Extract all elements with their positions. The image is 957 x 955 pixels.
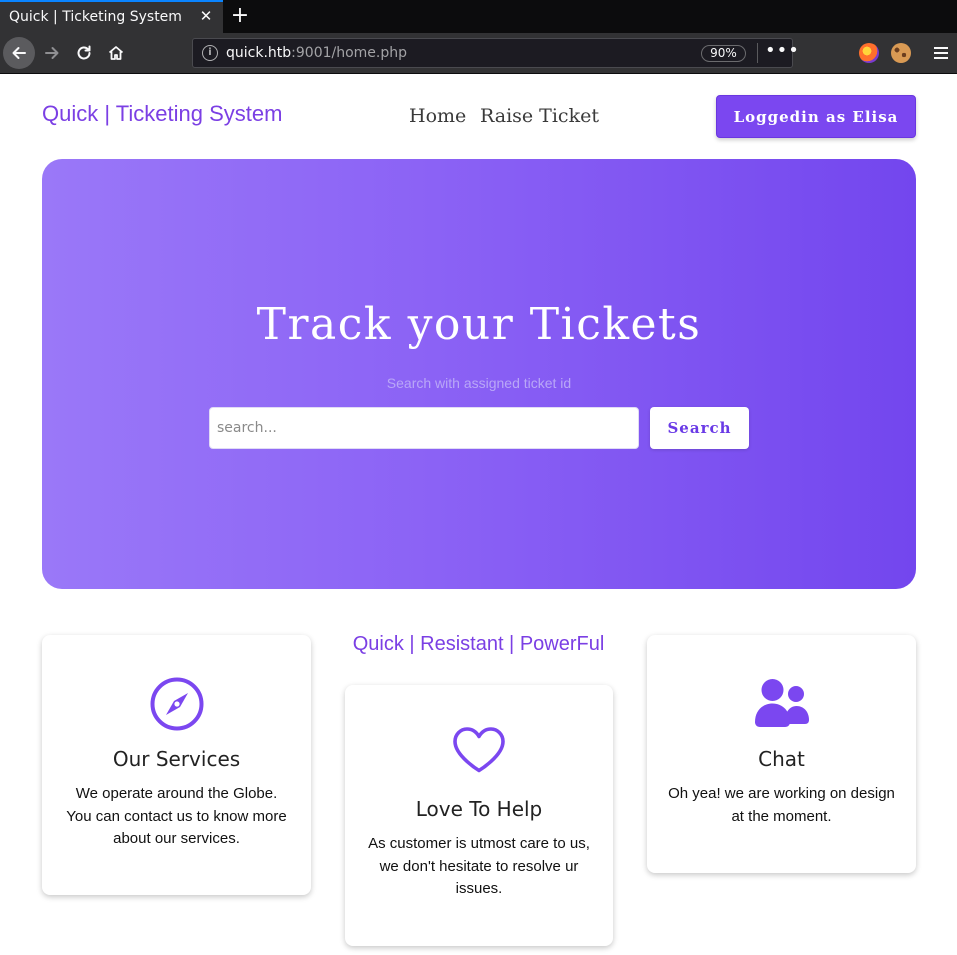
arrow-left-icon (12, 47, 26, 59)
compass-icon (42, 677, 311, 731)
card-text: Oh yea! we are working on design at the … (668, 785, 895, 825)
site-brand[interactable]: Quick | Ticketing System (42, 101, 282, 127)
site-info-icon[interactable]: i (202, 45, 218, 61)
web-page: Quick | Ticketing System Home Raise Tick… (0, 75, 957, 955)
back-button[interactable] (3, 37, 35, 69)
card-love-to-help: Love To Help As customer is utmost care … (345, 685, 613, 946)
ticket-search-input[interactable] (209, 407, 639, 449)
page-actions-icon[interactable]: ••• (765, 40, 799, 64)
forward-button[interactable] (36, 37, 68, 69)
users-icon (647, 678, 916, 728)
card-title: Chat (758, 747, 805, 771)
browser-tab-bar: Quick | Ticketing System ✕ + (0, 0, 957, 33)
logged-in-user-button[interactable]: Loggedin as Elisa (716, 95, 916, 138)
cookie-extension-icon[interactable] (891, 43, 911, 63)
card-title: Love To Help (415, 797, 543, 821)
home-button[interactable] (100, 37, 132, 69)
heart-icon (345, 726, 613, 774)
url-host: quick.htb (226, 45, 292, 61)
browser-tab-active[interactable]: Quick | Ticketing System ✕ (0, 0, 223, 33)
address-bar[interactable]: i quick.htb:9001/home.php 90% ••• (192, 38, 799, 68)
extension-icon[interactable] (859, 43, 879, 63)
nav-link-home[interactable]: Home (409, 105, 466, 127)
url-text[interactable]: quick.htb:9001/home.php (226, 45, 407, 61)
url-separator (757, 43, 758, 63)
card-our-services: Our Services We operate around the Globe… (42, 635, 311, 895)
card-chat: Chat Oh yea! we are working on design at… (647, 635, 916, 873)
card-text: As customer is utmost care to us, we don… (368, 835, 590, 897)
zoom-level-badge[interactable]: 90% (701, 45, 746, 62)
hero-title: Track your Tickets (256, 299, 702, 350)
hero-subtitle: Search with assigned ticket id (386, 375, 572, 391)
new-tab-button[interactable]: + (229, 3, 251, 29)
url-path: :9001/home.php (291, 45, 408, 61)
browser-navigation-bar: i quick.htb:9001/home.php 90% ••• (0, 33, 957, 74)
search-button[interactable]: Search (650, 407, 749, 449)
tab-title: Quick | Ticketing System (9, 9, 182, 25)
card-text: We operate around the Globe. You can con… (66, 785, 287, 847)
reload-button[interactable] (68, 37, 100, 69)
arrow-right-icon (45, 47, 59, 59)
close-tab-icon[interactable]: ✕ (197, 7, 215, 25)
home-icon (108, 46, 124, 60)
card-title: Our Services (112, 747, 241, 771)
reload-icon (77, 45, 91, 60)
nav-link-raise-ticket[interactable]: Raise Ticket (480, 105, 599, 127)
menu-icon[interactable] (930, 42, 952, 64)
hero-banner: Track your Tickets Search with assigned … (42, 159, 916, 589)
